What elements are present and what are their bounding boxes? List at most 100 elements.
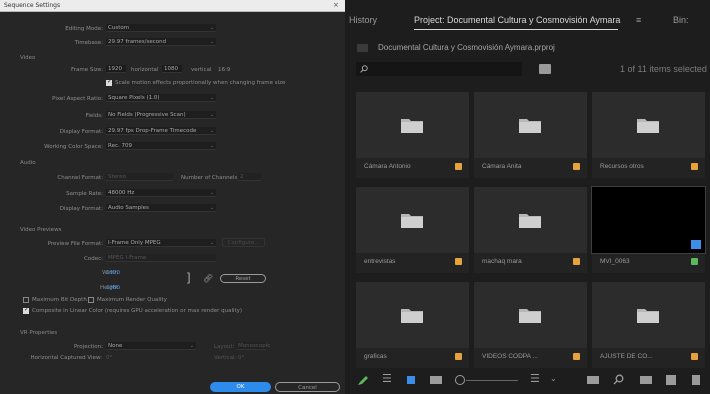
panel-menu-icon[interactable]: ≡	[636, 15, 641, 25]
label-color-swatch[interactable]	[455, 163, 462, 170]
active-tab-underline	[414, 29, 618, 30]
folder-icon	[401, 119, 423, 133]
layout-label: Layout:	[214, 344, 235, 350]
folder-icon	[519, 119, 541, 133]
label-color-swatch[interactable]	[691, 163, 698, 170]
bin-item[interactable]: Cámara Antonio	[356, 92, 469, 178]
label-color-swatch[interactable]	[573, 353, 580, 360]
label-color-swatch[interactable]	[691, 353, 698, 360]
bin-item[interactable]: AJUSTE DE CO...	[592, 282, 705, 368]
editing-mode-dropdown[interactable]: Custom ⌄	[106, 24, 216, 32]
chevron-down-icon: ⌄	[209, 143, 214, 149]
display-format-label: Display Format:	[59, 129, 103, 135]
bin-thumbnail[interactable]	[592, 92, 705, 158]
search-input[interactable]	[356, 62, 522, 76]
working-color-dropdown[interactable]: Rec. 709 ⌄	[106, 142, 216, 150]
zoom-slider-handle[interactable]	[455, 375, 465, 385]
scale-motion-checkbox[interactable]	[106, 78, 112, 86]
codec-label: Codec:	[84, 256, 103, 262]
codec-dropdown[interactable]: MPEG I-Frame	[106, 254, 216, 262]
bin-thumbnail[interactable]	[356, 187, 469, 253]
trash-icon[interactable]	[692, 375, 700, 385]
bin-item[interactable]: VIDEOS CODPA ...	[474, 282, 587, 368]
bin-item[interactable]: MVI_0063	[591, 186, 706, 273]
sequence-settings-dialog: Sequence Settings × Editing Mode: Custom…	[0, 0, 345, 394]
new-bin-icon[interactable]	[640, 376, 652, 384]
bin-item[interactable]: Recursos otros	[592, 92, 705, 178]
zoom-slider-track[interactable]	[466, 380, 518, 381]
bin-thumbnail[interactable]	[474, 92, 587, 158]
cancel-button[interactable]: Cancel	[275, 382, 340, 392]
tab-history[interactable]: History	[349, 15, 377, 25]
label-color-swatch[interactable]	[691, 258, 698, 265]
chevron-down-icon: ⌄	[189, 343, 194, 349]
bin-grid: Cámara Antonio Cámara Anita Recursos otros…	[356, 92, 710, 368]
horizontal-captured-view-label: Horizontal Captured View:	[30, 355, 102, 361]
audio-display-format-value: Audio Samples	[108, 205, 149, 211]
find-icon[interactable]	[613, 374, 624, 385]
preview-format-label: Preview File Format:	[47, 241, 103, 247]
label-color-swatch[interactable]	[573, 258, 580, 265]
sort-icon[interactable]: ☰	[530, 372, 540, 385]
bin-thumbnail[interactable]	[592, 282, 705, 348]
freeform-view-icon[interactable]	[430, 376, 442, 384]
tab-bin[interactable]: Bin:	[673, 15, 689, 25]
max-bit-depth-checkbox[interactable]	[23, 297, 29, 303]
display-format-dropdown[interactable]: 29.97 fps Drop-Frame Timecode ⌄	[106, 127, 216, 135]
height-value[interactable]: 1080	[106, 285, 120, 291]
bin-thumbnail[interactable]	[474, 187, 587, 253]
channel-format-dropdown[interactable]: Stereo	[106, 173, 173, 181]
frame-height-field[interactable]: 1080	[162, 65, 182, 73]
list-view-icon[interactable]: ☰	[382, 372, 392, 385]
layout-dropdown[interactable]: Monoscopic	[236, 342, 270, 350]
label-color-swatch[interactable]	[573, 163, 580, 170]
chevron-down-icon: ⌄	[209, 205, 214, 211]
aspect-ratio-text: 16:9	[218, 67, 231, 73]
bin-item-name: graficas	[364, 353, 387, 360]
new-item-icon[interactable]	[666, 375, 676, 385]
new-search-bin-icon[interactable]	[539, 64, 551, 74]
preview-format-dropdown[interactable]: I-Frame Only MPEG ⌄	[106, 239, 216, 247]
merged-clip-icon	[691, 240, 701, 249]
max-render-quality-checkbox[interactable]	[88, 297, 94, 303]
chevron-down-icon: ⌄	[209, 39, 214, 45]
pencil-icon[interactable]	[357, 374, 369, 386]
bin-thumbnail[interactable]	[356, 282, 469, 348]
bin-item[interactable]: graficas	[356, 282, 469, 368]
automate-to-sequence-icon[interactable]	[587, 376, 599, 384]
fields-dropdown[interactable]: No Fields (Progressive Scan) ⌄	[106, 111, 216, 119]
vertical-fov-value[interactable]: 0°	[238, 355, 244, 361]
clip-thumbnail[interactable]	[591, 186, 706, 254]
preview-format-value: I-Frame Only MPEG	[108, 240, 161, 246]
chevron-down-icon[interactable]: ⌄	[550, 374, 557, 383]
num-channels-dropdown[interactable]: 2	[238, 173, 261, 181]
composite-linear-checkbox[interactable]	[23, 306, 29, 314]
composite-linear-label: Composite in Linear Color (requires GPU …	[32, 308, 243, 314]
chain-link-icon[interactable]: 🔗︎	[203, 274, 213, 283]
label-color-swatch[interactable]	[455, 353, 462, 360]
pixel-aspect-dropdown[interactable]: Square Pixels (1.0) ⌄	[106, 94, 216, 102]
audio-display-format-dropdown[interactable]: Audio Samples ⌄	[106, 204, 216, 212]
bin-thumbnail[interactable]	[474, 282, 587, 348]
frame-width-field[interactable]: 1920	[106, 65, 126, 73]
configure-button[interactable]: Configure...	[222, 238, 265, 247]
working-color-value: Rec. 709	[108, 143, 132, 149]
vertical-fov-label: Vertical:	[214, 355, 237, 361]
num-channels-value: 2	[240, 174, 244, 180]
bin-item[interactable]: Cámara Anita	[474, 92, 587, 178]
timebase-dropdown[interactable]: 29.97 frames/second ⌄	[106, 38, 216, 46]
sample-rate-dropdown[interactable]: 48000 Hz ⌄	[106, 189, 216, 197]
label-color-swatch[interactable]	[455, 258, 462, 265]
ok-button[interactable]: OK	[210, 382, 271, 392]
close-icon[interactable]: ×	[333, 1, 339, 9]
tab-project[interactable]: Project: Documental Cultura y Cosmovisió…	[414, 15, 620, 25]
vertical-label: vertical	[191, 67, 212, 73]
bin-item[interactable]: entrevistas	[356, 187, 469, 273]
projection-dropdown[interactable]: None ⌄	[106, 342, 196, 350]
reset-button[interactable]: Reset	[220, 274, 266, 283]
horizontal-captured-view-value[interactable]: 0°	[106, 355, 112, 361]
icon-view-icon[interactable]	[407, 376, 415, 384]
bin-item[interactable]: machaq mara	[474, 187, 587, 273]
width-value[interactable]: 1920	[106, 270, 120, 276]
bin-thumbnail[interactable]	[356, 92, 469, 158]
